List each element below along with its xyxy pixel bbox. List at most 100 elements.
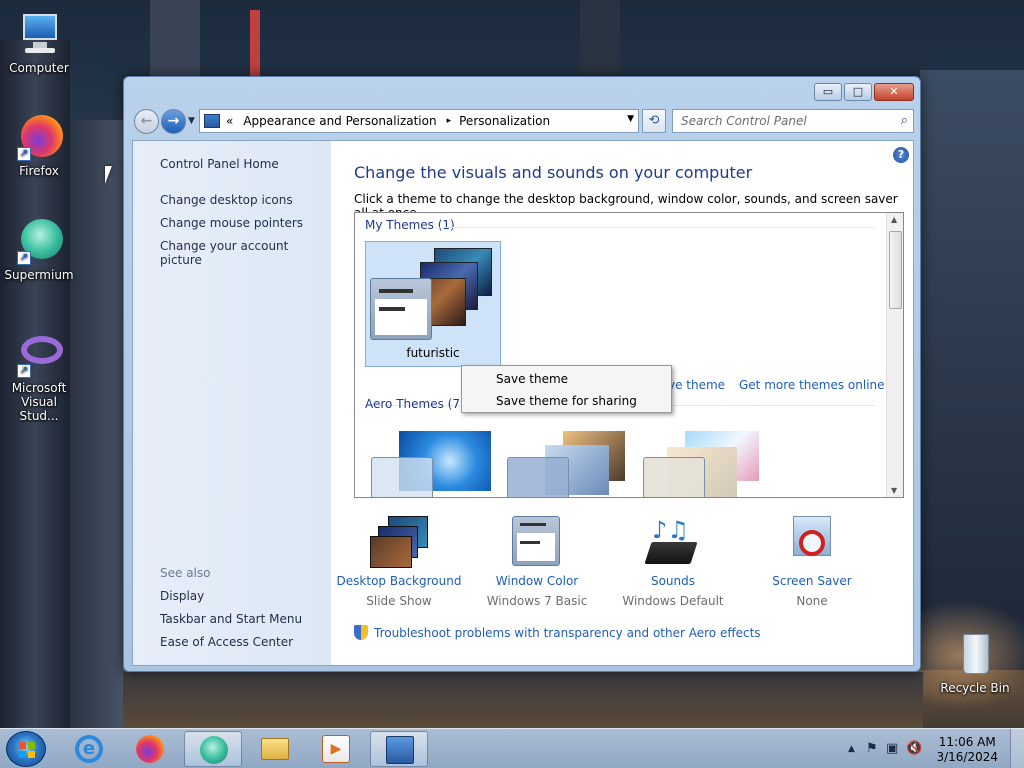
shield-icon <box>354 625 368 640</box>
shortcut-arrow-icon: ↗ <box>17 364 31 378</box>
maximize-button[interactable]: □ <box>844 83 872 101</box>
windows-logo-icon <box>19 742 35 758</box>
window-color-icon <box>508 516 566 568</box>
desktop-background-value: Slide Show <box>366 594 432 608</box>
see-also-label: See also <box>160 566 211 580</box>
screen-saver-item[interactable]: Screen Saver None <box>747 516 877 608</box>
left-pane: Control Panel Home Change desktop icons … <box>133 141 331 665</box>
desktop-icon-recycle-bin[interactable]: Recycle Bin <box>937 630 1013 695</box>
desktop-background-link[interactable]: Desktop Background <box>334 574 464 588</box>
desktop-icon-computer[interactable]: Computer <box>1 10 77 75</box>
taskbar-control-panel-button[interactable] <box>370 731 428 767</box>
mouse-cursor-icon <box>105 166 112 184</box>
scroll-down-icon[interactable]: ▼ <box>891 486 897 495</box>
desktop-icon-firefox[interactable]: ↗ Firefox <box>1 113 77 178</box>
forward-button[interactable]: → <box>161 109 186 134</box>
firefox-icon: ↗ <box>15 113 63 161</box>
recent-pages-dropdown-icon[interactable]: ▼ <box>188 116 195 126</box>
clock[interactable]: 11:06 AM 3/16/2024 <box>936 735 998 765</box>
window-color-item[interactable]: Window Color Windows 7 Basic <box>472 516 602 608</box>
change-mouse-pointers-link[interactable]: Change mouse pointers <box>160 216 303 230</box>
control-panel-icon <box>204 114 220 128</box>
system-tray: ▲ ⚑ ▣ 🔇 11:06 AM 3/16/2024 <box>834 729 1024 768</box>
change-desktop-icons-link[interactable]: Change desktop icons <box>160 193 293 207</box>
supermium-icon <box>200 736 228 764</box>
refresh-button[interactable]: ⟲ <box>642 109 666 133</box>
desktop-background-icon <box>370 516 428 568</box>
context-menu-save-theme-sharing[interactable]: Save theme for sharing <box>496 394 637 408</box>
window-controls: ▭ □ ✕ <box>814 83 914 101</box>
back-button[interactable]: ← <box>134 109 159 134</box>
minimize-button[interactable]: ▭ <box>814 83 842 101</box>
supermium-icon: ↗ <box>15 217 63 265</box>
theme-tile-windows7[interactable] <box>369 431 499 497</box>
computer-icon <box>15 10 63 58</box>
folder-icon <box>261 738 289 760</box>
clock-time: 11:06 AM <box>938 735 996 749</box>
theme-tile-characters[interactable] <box>641 431 771 497</box>
taskbar-start-menu-link[interactable]: Taskbar and Start Menu <box>160 612 302 626</box>
breadcrumb-separator-icon[interactable]: ▸ <box>447 116 452 126</box>
start-button[interactable] <box>6 731 46 767</box>
network-icon[interactable]: ▣ <box>886 741 898 756</box>
taskbar-media-player-button[interactable]: ▶ <box>307 731 365 767</box>
desktop-icon-label: Microsoft Visual Stud... <box>11 381 67 423</box>
troubleshoot-link[interactable]: Troubleshoot problems with transparency … <box>354 625 761 640</box>
control-panel-home-link[interactable]: Control Panel Home <box>160 157 279 171</box>
ease-of-access-link[interactable]: Ease of Access Center <box>160 635 293 649</box>
firefox-icon <box>136 735 164 763</box>
context-menu: Save theme Save theme for sharing <box>461 365 672 413</box>
sounds-link[interactable]: Sounds <box>608 574 738 588</box>
themes-scrollbar[interactable]: ▲ ▼ <box>886 213 903 497</box>
address-dropdown-icon[interactable]: ▼ <box>627 114 634 124</box>
desktop-icon-supermium[interactable]: ↗ Supermium <box>1 217 77 282</box>
theme-name: futuristic <box>406 346 460 360</box>
shortcut-arrow-icon: ↗ <box>17 251 31 265</box>
desktop-icon-label: Firefox <box>19 164 59 178</box>
volume-muted-icon[interactable]: 🔇 <box>906 741 922 756</box>
screen-saver-icon <box>783 516 841 568</box>
troubleshoot-text[interactable]: Troubleshoot problems with transparency … <box>374 626 761 640</box>
breadcrumb-appearance[interactable]: Appearance and Personalization <box>243 114 436 128</box>
desktop-background-item[interactable]: Desktop Background Slide Show <box>334 516 464 608</box>
clock-date: 3/16/2024 <box>936 750 998 764</box>
desktop-icon-visual-studio[interactable]: ↗ Microsoft Visual Stud... <box>1 330 77 423</box>
address-bar[interactable]: « Appearance and Personalization ▸ Perso… <box>199 109 639 133</box>
screen-saver-link[interactable]: Screen Saver <box>747 574 877 588</box>
breadcrumb-personalization[interactable]: Personalization <box>459 114 550 128</box>
search-input[interactable]: Search Control Panel ⌕ <box>672 109 914 133</box>
search-icon[interactable]: ⌕ <box>901 113 908 128</box>
my-themes-label: My Themes (1) <box>365 218 455 232</box>
taskbar-firefox-button[interactable] <box>121 731 179 767</box>
sounds-item[interactable]: ♪♫ Sounds Windows Default <box>608 516 738 608</box>
show-hidden-icons-icon[interactable]: ▲ <box>848 744 855 754</box>
address-prefix[interactable]: « <box>226 114 233 128</box>
theme-tile-futuristic[interactable]: futuristic <box>365 241 501 367</box>
get-more-themes-link[interactable]: Get more themes online <box>739 378 885 392</box>
display-link[interactable]: Display <box>160 589 204 603</box>
close-button[interactable]: ✕ <box>874 83 914 101</box>
change-account-picture-link[interactable]: Change your account picture <box>160 239 331 267</box>
taskbar-explorer-button[interactable] <box>246 731 304 767</box>
scroll-thumb[interactable] <box>889 231 902 309</box>
screen-saver-value: None <box>796 594 828 608</box>
theme-tile-architecture[interactable] <box>505 431 635 497</box>
save-theme-link[interactable]: ve theme <box>668 378 725 392</box>
window-color-link[interactable]: Window Color <box>472 574 602 588</box>
control-panel-icon <box>386 736 414 764</box>
scroll-up-icon[interactable]: ▲ <box>891 215 897 224</box>
help-icon[interactable]: ? <box>893 147 909 163</box>
taskbar-supermium-button[interactable] <box>184 731 242 767</box>
show-desktop-button[interactable] <box>1010 729 1024 768</box>
action-center-flag-icon[interactable]: ⚑ <box>866 741 878 756</box>
internet-explorer-icon: e <box>75 735 103 763</box>
aero-themes-label: Aero Themes (7) <box>365 397 465 411</box>
search-placeholder: Search Control Panel <box>681 114 807 128</box>
taskbar-ie-button[interactable]: e <box>60 731 118 767</box>
theme-preview-window-icon <box>370 278 432 340</box>
shortcut-arrow-icon: ↗ <box>17 147 31 161</box>
navigation-bar: ← → ▼ « Appearance and Personalization ▸… <box>132 108 914 136</box>
recycle-bin-icon <box>951 630 999 678</box>
context-menu-save-theme[interactable]: Save theme <box>496 372 568 386</box>
taskbar: e ▶ ▲ ⚑ ▣ 🔇 11:06 AM 3/16/2024 <box>0 728 1024 768</box>
